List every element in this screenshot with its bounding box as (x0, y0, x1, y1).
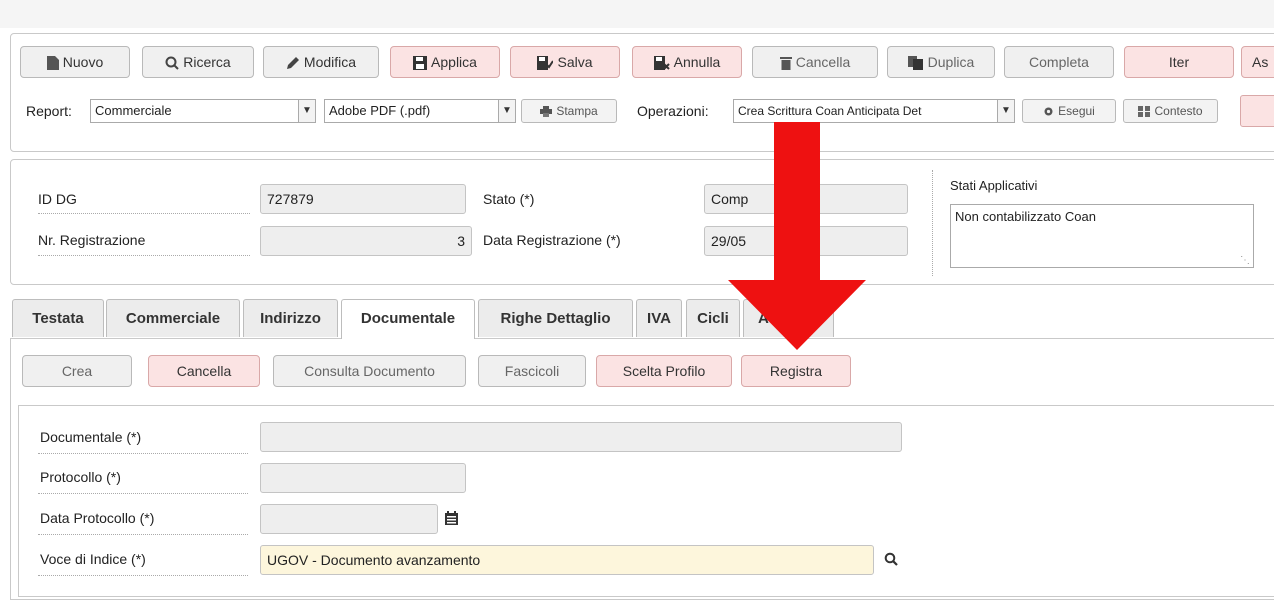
operazioni-select-value: Crea Scrittura Coan Anticipata Det (738, 104, 922, 118)
salva-label: Salva (557, 54, 593, 70)
lookup-icon[interactable] (884, 552, 898, 566)
operazioni-label: Operazioni: (637, 103, 709, 119)
ricerca-button[interactable]: Ricerca (142, 46, 254, 78)
overflow-button[interactable]: As (1241, 46, 1274, 78)
tab-testata[interactable]: Testata (12, 299, 104, 337)
context-icon (1138, 106, 1151, 118)
protocollo-label: Protocollo (*) (40, 469, 121, 485)
chevron-down-icon: ▼ (498, 100, 515, 122)
stato-label: Stato (*) (483, 191, 535, 207)
divider (38, 534, 248, 535)
gear-icon (1044, 107, 1053, 116)
contesto-button[interactable]: Contesto (1123, 99, 1218, 123)
stati-applicativi-textarea[interactable]: Non contabilizzato Coan ⋱ (950, 204, 1254, 268)
duplicate-icon (907, 56, 923, 71)
voce-indice-field[interactable]: UGOV - Documento avanzamento (260, 545, 874, 575)
documentale-field[interactable] (260, 422, 902, 452)
cancella-label: Cancella (795, 54, 851, 70)
operazioni-select[interactable]: Crea Scrittura Coan Anticipata Det ▼ (733, 99, 1015, 123)
chevron-down-icon: ▼ (298, 100, 315, 122)
stampa-label: Stampa (556, 104, 598, 118)
documentale-label: Documentale (*) (40, 429, 142, 445)
annotation-arrow (728, 122, 866, 350)
chevron-down-icon: ▼ (997, 100, 1014, 122)
tab-documentale[interactable]: Documentale (341, 299, 475, 339)
pencil-icon (286, 57, 299, 70)
cancella-doc-button[interactable]: Cancella (148, 355, 260, 387)
completa-label: Completa (1029, 54, 1089, 70)
id-dg-field[interactable]: 727879 (260, 184, 466, 214)
divider (38, 493, 248, 494)
divider (38, 453, 248, 454)
calendar-icon[interactable] (445, 511, 458, 525)
id-dg-label: ID DG (38, 191, 77, 207)
modifica-button[interactable]: Modifica (263, 46, 379, 78)
nr-registrazione-field[interactable]: 3 (260, 226, 472, 256)
consulta-documento-button[interactable]: Consulta Documento (273, 355, 466, 387)
duplica-button[interactable]: Duplica (887, 46, 995, 78)
duplica-label: Duplica (927, 54, 975, 70)
iter-button[interactable]: Iter (1124, 46, 1234, 78)
registra-button[interactable]: Registra (741, 355, 851, 387)
file-icon (46, 56, 59, 71)
tab-iva[interactable]: IVA (636, 299, 682, 337)
cancella-button[interactable]: Cancella (752, 46, 878, 78)
nuovo-button[interactable]: Nuovo (20, 46, 130, 78)
top-strip (0, 0, 1274, 28)
search-icon (165, 56, 179, 71)
overflow-label: As (1252, 54, 1269, 70)
ricerca-label: Ricerca (183, 54, 231, 70)
tab-commerciale[interactable]: Commerciale (106, 299, 240, 337)
resize-handle-icon[interactable]: ⋱ (1240, 255, 1250, 266)
iter-label: Iter (1168, 54, 1190, 70)
format-select-value: Adobe PDF (.pdf) (329, 103, 431, 118)
modifica-label: Modifica (303, 54, 357, 70)
applica-label: Applica (431, 54, 477, 70)
nuovo-label: Nuovo (62, 54, 104, 70)
trash-icon (779, 57, 792, 71)
salva-button[interactable]: Salva (510, 46, 620, 78)
esegui-button[interactable]: Esegui (1022, 99, 1116, 123)
fascicoli-button[interactable]: Fascicoli (478, 355, 586, 387)
tab-righe-dettaglio[interactable]: Righe Dettaglio (478, 299, 633, 337)
protocollo-field[interactable] (260, 463, 466, 493)
scelta-profilo-button[interactable]: Scelta Profilo (596, 355, 732, 387)
printer-icon (540, 106, 553, 118)
crea-button[interactable]: Crea (22, 355, 132, 387)
stati-applicativi-label: Stati Applicativi (950, 178, 1038, 193)
divider (38, 213, 250, 214)
vertical-separator (932, 170, 933, 276)
tab-indirizzo[interactable]: Indirizzo (243, 299, 338, 337)
data-registrazione-label: Data Registrazione (*) (483, 232, 621, 248)
stampa-button[interactable]: Stampa (521, 99, 617, 123)
data-protocollo-field[interactable] (260, 504, 438, 534)
nr-registrazione-label: Nr. Registrazione (38, 232, 146, 248)
extra-action-button[interactable] (1240, 95, 1274, 127)
report-select[interactable]: Commerciale ▼ (90, 99, 316, 123)
annulla-button[interactable]: Annulla (632, 46, 742, 78)
voce-indice-label: Voce di Indice (*) (40, 551, 146, 567)
data-protocollo-label: Data Protocollo (*) (40, 510, 155, 526)
contesto-label: Contesto (1154, 104, 1203, 118)
annulla-label: Annulla (673, 54, 721, 70)
cancel-save-icon (653, 56, 670, 71)
esegui-label: Esegui (1058, 104, 1095, 118)
report-select-value: Commerciale (95, 103, 172, 118)
stati-applicativi-value: Non contabilizzato Coan (955, 209, 1096, 224)
completa-button[interactable]: Completa (1004, 46, 1114, 78)
save-icon (413, 56, 428, 71)
divider (38, 575, 248, 576)
report-label: Report: (26, 103, 72, 119)
format-select[interactable]: Adobe PDF (.pdf) ▼ (324, 99, 516, 123)
applica-button[interactable]: Applica (390, 46, 500, 78)
save-all-icon (537, 56, 554, 71)
divider (38, 255, 250, 256)
